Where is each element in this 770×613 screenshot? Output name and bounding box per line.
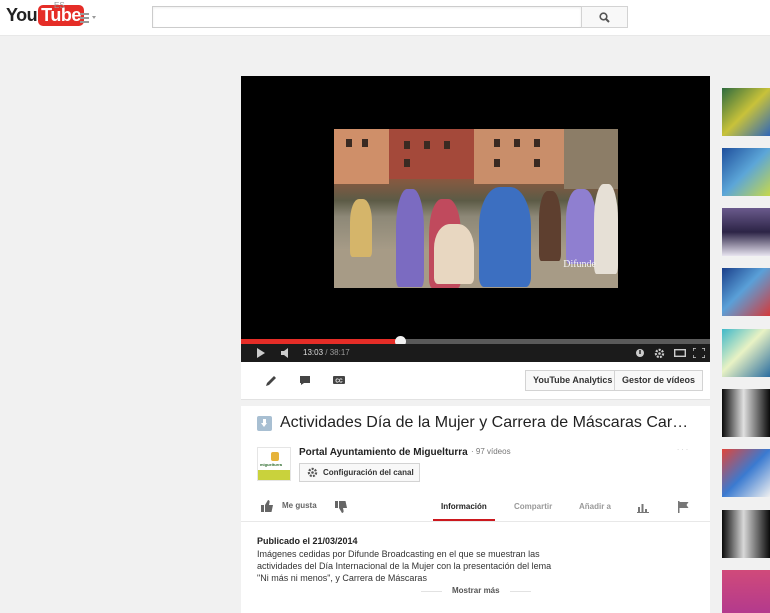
fullscreen-icon[interactable] xyxy=(693,348,705,358)
title-row: Actividades Día de la Mujer y Carrera de… xyxy=(257,412,697,434)
locale-label: ES xyxy=(54,1,65,10)
statistics-icon[interactable] xyxy=(637,503,649,513)
channel-settings-label: Configuración del canal xyxy=(323,468,414,477)
report-flag-icon[interactable] xyxy=(678,501,689,513)
video-title: Actividades Día de la Mujer y Carrera de… xyxy=(280,414,695,431)
tab-share[interactable]: Compartir xyxy=(514,502,552,511)
edit-pencil-icon[interactable] xyxy=(265,375,277,387)
related-video-thumbnail[interactable] xyxy=(722,329,770,377)
theater-mode-icon[interactable] xyxy=(674,348,686,358)
related-video-thumbnail[interactable] xyxy=(722,510,770,558)
publish-date: Publicado el 21/03/2014 xyxy=(257,536,358,546)
search-button[interactable] xyxy=(581,6,628,28)
download-icon[interactable] xyxy=(257,415,272,431)
related-video-thumbnail[interactable] xyxy=(722,449,770,497)
active-tab-indicator xyxy=(433,519,495,521)
channel-avatar[interactable]: miguelturra xyxy=(257,447,291,481)
video-info-card: Actividades Día de la Mujer y Carrera de… xyxy=(241,406,710,613)
captions-icon[interactable]: CC xyxy=(333,375,345,385)
channel-name[interactable]: Portal Ayuntamiento de Miguelturra xyxy=(299,447,468,458)
play-icon[interactable] xyxy=(256,348,266,358)
tab-information[interactable]: Información xyxy=(441,502,487,511)
time-separator: / xyxy=(323,348,330,357)
thumbs-down-icon[interactable] xyxy=(335,501,348,513)
current-time: 13:03 xyxy=(303,348,324,357)
masthead: You Tube ES xyxy=(0,0,770,36)
related-video-thumbnail[interactable] xyxy=(722,268,770,316)
guide-menu-icon[interactable] xyxy=(80,13,98,23)
annotations-icon[interactable] xyxy=(635,348,645,358)
engagement-row: Me gusta Información Compartir Añadir a xyxy=(241,494,710,522)
related-video-thumbnail[interactable] xyxy=(722,88,770,136)
video-frame[interactable]: Difunde xyxy=(334,129,618,288)
youtube-analytics-button[interactable]: YouTube Analytics xyxy=(525,370,621,391)
duration: 38:17 xyxy=(329,348,350,357)
tab-add-to[interactable]: Añadir a xyxy=(579,502,611,511)
video-count: · 97 vídeos xyxy=(471,447,511,456)
video-watermark: Difunde xyxy=(563,259,596,270)
annotations-comment-icon[interactable] xyxy=(299,375,311,386)
search-icon xyxy=(599,12,610,23)
avatar-text: miguelturra xyxy=(260,462,283,467)
time-display: 13:03 / 38:17 xyxy=(303,348,350,357)
related-video-thumbnail[interactable] xyxy=(722,389,770,437)
channel-settings-button[interactable]: Configuración del canal xyxy=(299,463,420,482)
like-label[interactable]: Me gusta xyxy=(282,501,317,510)
related-video-thumbnail[interactable] xyxy=(722,148,770,196)
gear-icon xyxy=(307,467,318,478)
thumbs-up-icon[interactable] xyxy=(261,500,274,512)
svg-text:CC: CC xyxy=(335,379,343,385)
volume-icon[interactable] xyxy=(281,348,292,358)
related-video-thumbnail[interactable] xyxy=(722,208,770,256)
show-more-button[interactable]: Mostrar más xyxy=(442,586,510,595)
settings-gear-icon[interactable] xyxy=(654,348,665,359)
youtube-logo[interactable]: You Tube xyxy=(6,5,84,26)
player-controls: 13:03 / 38:17 xyxy=(241,344,710,362)
video-player[interactable]: Difunde 13:03 / 38:17 xyxy=(241,76,710,362)
creator-action-bar: CC YouTube Analytics Gestor de vídeos xyxy=(241,362,710,400)
video-manager-button[interactable]: Gestor de vídeos xyxy=(614,370,704,391)
logo-you: You xyxy=(6,5,38,25)
related-video-thumbnail[interactable] xyxy=(722,570,770,613)
search-input[interactable] xyxy=(152,6,582,28)
more-dots: . . . xyxy=(677,443,689,452)
video-description: Imágenes cedidas por Difunde Broadcastin… xyxy=(257,549,552,583)
